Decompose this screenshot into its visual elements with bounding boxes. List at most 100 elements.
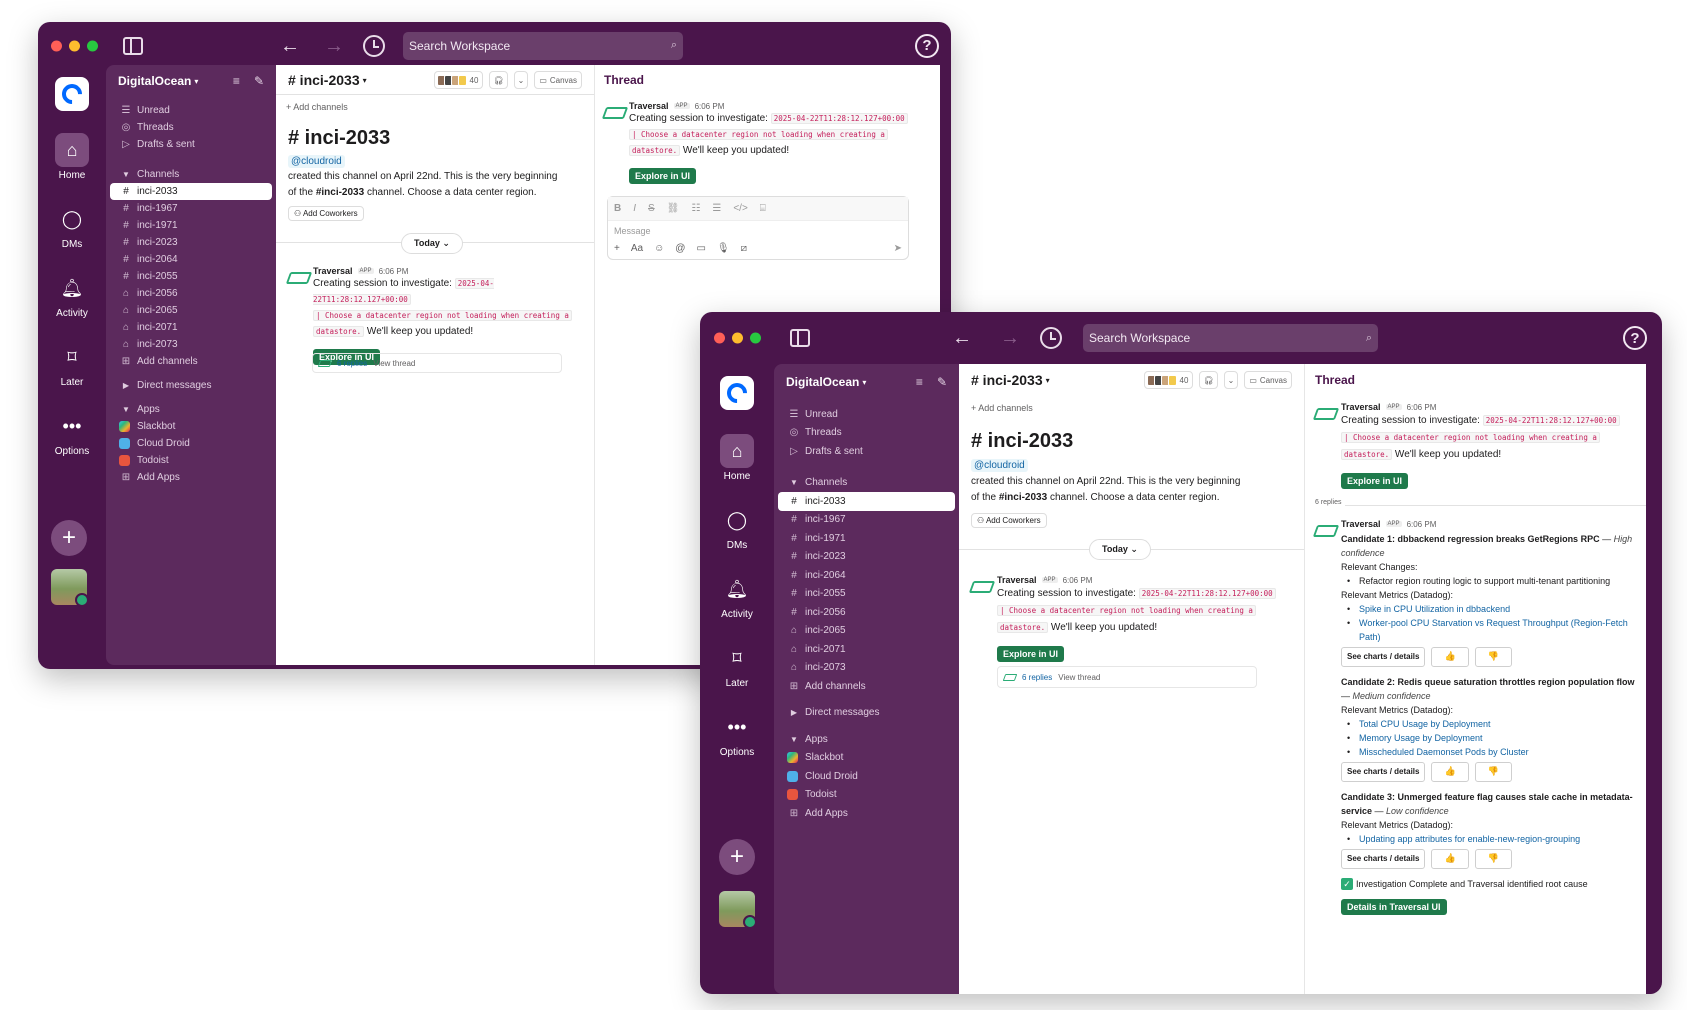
nav-threads[interactable]: ◎ Threads xyxy=(106,119,276,136)
back-arrow-icon[interactable]: ← xyxy=(280,36,300,56)
add-channels-button[interactable]: ⊞ Add channels xyxy=(774,677,959,696)
sidebar-item-todoist[interactable]: Todoist xyxy=(774,786,959,805)
add-apps-button[interactable]: ⊞ Add Apps xyxy=(774,804,959,823)
bold-icon[interactable]: B xyxy=(614,203,621,214)
text-format-icon[interactable]: Aa xyxy=(631,243,643,254)
sidebar-item-inci-2073[interactable]: ⌂ inci-2073 xyxy=(106,336,276,353)
code-icon[interactable]: </> xyxy=(733,203,747,214)
message-time[interactable]: 6:06 PM xyxy=(1063,576,1093,585)
channels-section-toggle[interactable]: ▼ Channels xyxy=(774,474,959,493)
search-input[interactable]: Search Workspace ⌕ xyxy=(1083,324,1378,352)
sidebar-item-slackbot[interactable]: Slackbot xyxy=(106,418,276,435)
sidebar-item-slackbot[interactable]: Slackbot xyxy=(774,749,959,768)
nav-threads[interactable]: ◎ Threads xyxy=(774,424,959,443)
canvas-button[interactable]: ▭ Canvas xyxy=(534,71,582,89)
strike-icon[interactable]: S xyxy=(648,203,655,214)
author-name[interactable]: Traversal xyxy=(313,266,353,276)
channels-section-toggle[interactable]: ▼ Channels xyxy=(106,166,276,183)
add-coworkers-button[interactable]: ⚇ Add Coworkers xyxy=(288,206,364,221)
close-window-button[interactable] xyxy=(51,40,62,51)
sidebar-item-inci-2071[interactable]: ⌂ inci-2071 xyxy=(106,319,276,336)
code-block-icon[interactable]: ⌸ xyxy=(760,203,766,214)
user-avatar[interactable] xyxy=(51,569,89,607)
metric-link[interactable]: Memory Usage by Deployment xyxy=(1347,731,1640,745)
today-chip[interactable]: Today ⌄ xyxy=(401,233,463,254)
members-button[interactable]: 40 xyxy=(1143,371,1194,389)
author-name[interactable]: Traversal xyxy=(1341,402,1381,412)
author-name[interactable]: Traversal xyxy=(629,101,669,111)
rail-dms[interactable]: ◯ DMs xyxy=(55,202,89,251)
zoom-window-button[interactable] xyxy=(87,40,98,51)
thumbs-up-button[interactable]: 👍 xyxy=(1431,647,1469,667)
dm-section-toggle[interactable]: ▶ Direct messages xyxy=(106,377,276,394)
sidebar-item-todoist[interactable]: Todoist xyxy=(106,452,276,469)
sidebar-item-inci-2073[interactable]: ⌂ inci-2073 xyxy=(774,659,959,678)
dm-section-toggle[interactable]: ▶ Direct messages xyxy=(774,704,959,723)
explore-in-ui-button[interactable]: Explore in UI xyxy=(1341,473,1409,489)
add-workspace-button[interactable]: + xyxy=(51,520,87,556)
sidebar-item-inci-2071[interactable]: ⌂ inci-2071 xyxy=(774,640,959,659)
huddle-button[interactable]: 🎧︎ xyxy=(1199,371,1218,389)
thumbs-down-button[interactable]: 👎 xyxy=(1474,849,1512,869)
huddle-options-button[interactable]: ⌄ xyxy=(1223,371,1239,389)
nav-drafts[interactable]: ▷ Drafts & sent xyxy=(106,136,276,153)
sidebar-item-inci-2065[interactable]: ⌂ inci-2065 xyxy=(106,302,276,319)
message-time[interactable]: 6:06 PM xyxy=(1407,520,1437,529)
slash-icon[interactable]: ⧄ xyxy=(741,243,747,254)
plus-icon[interactable]: + xyxy=(614,243,620,254)
rail-dms[interactable]: ◯ DMs xyxy=(720,503,754,552)
add-channels-button[interactable]: ⊞ Add channels xyxy=(106,353,276,370)
help-icon[interactable]: ? xyxy=(915,33,939,58)
add-coworkers-button[interactable]: ⚇ Add Coworkers xyxy=(971,513,1047,528)
bullet-list-icon[interactable]: ☰ xyxy=(712,203,721,214)
channel-title[interactable]: # inci-2033 xyxy=(971,372,1043,388)
workspace-logo[interactable] xyxy=(720,376,754,410)
ordered-list-icon[interactable]: ☷ xyxy=(691,203,700,214)
minimize-window-button[interactable] xyxy=(69,40,80,51)
sidebar-item-inci-1967[interactable]: # inci-1967 xyxy=(774,511,959,530)
thumbs-up-button[interactable]: 👍 xyxy=(1431,849,1469,869)
workspace-logo[interactable] xyxy=(55,77,89,111)
thread-replies-bar[interactable]: 6 replies View thread xyxy=(997,666,1257,688)
sidebar-item-inci-2055[interactable]: # inci-2055 xyxy=(106,268,276,285)
creator-mention[interactable]: @cloudroid xyxy=(971,459,1028,472)
huddle-options-button[interactable]: ⌄ xyxy=(513,71,529,89)
mention-icon[interactable]: @ xyxy=(675,243,685,254)
see-charts-button[interactable]: See charts / details xyxy=(1341,647,1426,667)
history-icon[interactable] xyxy=(1040,327,1062,349)
author-name[interactable]: Traversal xyxy=(997,575,1037,585)
metric-link[interactable]: Misscheduled Daemonset Pods by Cluster xyxy=(1347,745,1640,759)
compose-icon[interactable]: ✎ xyxy=(937,375,947,389)
sidebar-item-inci-2023[interactable]: # inci-2023 xyxy=(774,548,959,567)
filter-icon[interactable]: ≡ xyxy=(233,74,240,88)
sidebar-item-inci-2056[interactable]: ⌂ inci-2056 xyxy=(106,285,276,302)
video-icon[interactable]: ▭ xyxy=(696,243,705,254)
workspace-header[interactable]: DigitalOcean ▾ ≡ ✎ xyxy=(774,366,959,398)
message-time[interactable]: 6:06 PM xyxy=(1407,403,1437,412)
sidebar-item-inci-2064[interactable]: # inci-2064 xyxy=(774,566,959,585)
sidebar-item-inci-1967[interactable]: # inci-1967 xyxy=(106,200,276,217)
add-channels-link[interactable]: + Add channels xyxy=(286,102,348,112)
mic-icon[interactable]: 🎙︎ xyxy=(717,243,730,254)
thumbs-up-button[interactable]: 👍 xyxy=(1431,762,1469,782)
today-chip[interactable]: Today ⌄ xyxy=(1089,539,1151,560)
add-channels-link[interactable]: + Add channels xyxy=(971,403,1033,413)
details-in-traversal-button[interactable]: Details in Traversal UI xyxy=(1341,899,1447,915)
channel-title[interactable]: # inci-2033 xyxy=(288,72,360,88)
rail-activity[interactable]: 🔔︎ Activity xyxy=(720,572,754,621)
sidebar-toggle-icon[interactable] xyxy=(123,36,143,55)
history-icon[interactable] xyxy=(363,34,385,57)
rail-later[interactable]: ⌑ Later xyxy=(55,340,89,389)
thread-replies-bar[interactable]: 6 replies View thread xyxy=(312,353,562,373)
add-apps-button[interactable]: ⊞ Add Apps xyxy=(106,469,276,486)
explore-in-ui-button[interactable]: Explore in UI xyxy=(629,168,697,184)
sidebar-item-cloud-droid[interactable]: Cloud Droid xyxy=(106,435,276,452)
apps-section-toggle[interactable]: ▼ Apps xyxy=(106,401,276,418)
sidebar-item-inci-2033[interactable]: # inci-2033 xyxy=(110,183,272,200)
zoom-window-button[interactable] xyxy=(750,332,761,344)
explore-in-ui-button[interactable]: Explore in UI xyxy=(997,646,1065,662)
help-icon[interactable]: ? xyxy=(1623,326,1647,350)
author-name[interactable]: Traversal xyxy=(1341,519,1381,529)
italic-icon[interactable]: I xyxy=(633,203,636,214)
sidebar-item-inci-1971[interactable]: # inci-1971 xyxy=(106,217,276,234)
